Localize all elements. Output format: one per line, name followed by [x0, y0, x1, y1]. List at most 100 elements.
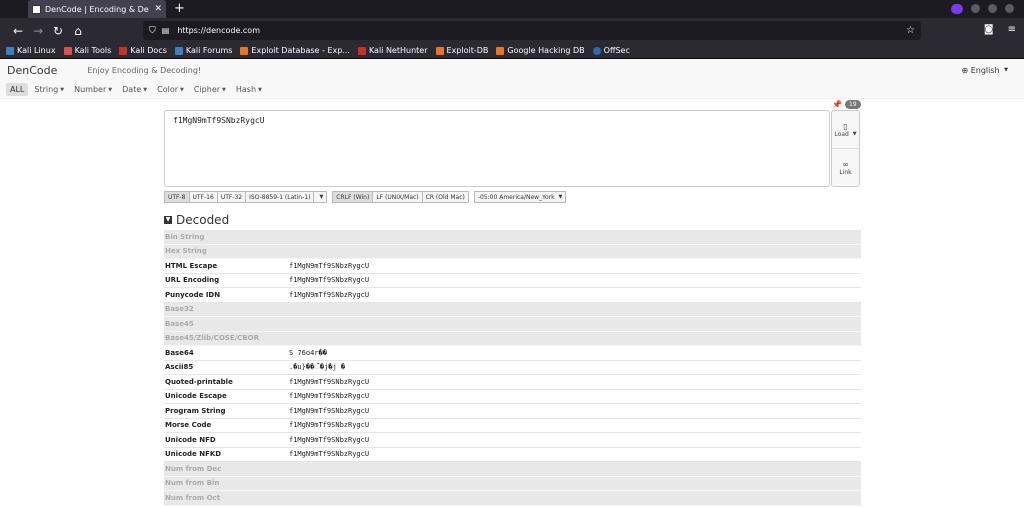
bookmark-google-hacking-db[interactable]: Google Hacking DB	[496, 46, 585, 55]
new-tab-button[interactable]: +	[174, 0, 185, 18]
menu-number[interactable]: Number ▼	[70, 83, 116, 96]
charset-utf32[interactable]: UTF-32	[217, 191, 247, 203]
bookmark-star-icon[interactable]: ☆	[906, 25, 915, 36]
menu-icon[interactable]: ≡	[1008, 24, 1016, 35]
shield-icon[interactable]: ⛉	[149, 26, 156, 36]
bookmark-exploit-db[interactable]: Exploit-DB	[435, 46, 489, 55]
bookmark-kali-docs[interactable]: Kali Docs	[119, 46, 167, 55]
charset-latin1[interactable]: ISO-8859-1 (Latin-1)	[246, 191, 315, 203]
row-value[interactable]: f1MgN9mTf9SNbzRygcU	[289, 407, 369, 415]
table-row: Base45/Zlib/COSE/CBOR	[164, 331, 861, 346]
menu-all[interactable]: ALL	[6, 83, 29, 96]
bookmark-kali-linux[interactable]: Kali Linux	[6, 46, 56, 55]
kali-docs-icon	[119, 46, 128, 55]
menu-string[interactable]: String ▼	[30, 83, 68, 96]
row-value[interactable]: f1MgN9mTf9SNbzRygcU	[289, 421, 369, 429]
options-row: UTF-8 UTF-16 UTF-32 ISO-8859-1 (Latin-1)…	[164, 191, 567, 203]
menu-color[interactable]: Color ▼	[153, 83, 188, 96]
bookmark-label: Kali Tools	[74, 46, 112, 55]
menu-label: Cipher	[193, 85, 221, 94]
row-value[interactable]: f1MgN9mTf9SNbzRygcU	[289, 291, 369, 299]
back-button[interactable]: ←	[8, 24, 28, 38]
row-label: HTML Escape	[165, 261, 218, 270]
chevron-down-icon: ▼	[222, 86, 226, 93]
row-label: Base45	[165, 319, 194, 328]
row-label: Base32	[165, 305, 194, 314]
globe-icon: ⊕	[961, 65, 969, 75]
chevron-down-icon: ▼	[143, 86, 148, 93]
row-value[interactable]: f1MgN9mTf9SNbzRygcU	[289, 450, 369, 458]
bookmark-kali-tools[interactable]: Kali Tools	[63, 46, 112, 55]
charset-dropdown[interactable]: ▼	[314, 191, 328, 203]
input-textarea[interactable]: f1MgN9mTf9SNbzRygcU	[164, 110, 830, 187]
bookmark-label: Exploit-DB	[446, 46, 489, 55]
row-label: Program String	[165, 406, 226, 415]
table-row: Quoted-printable f1MgN9mTf9SNbzRygcU	[164, 375, 861, 390]
row-value[interactable]: S 76o4r��	[289, 349, 327, 357]
bookmark-kali-forums[interactable]: Kali Forums	[174, 46, 232, 55]
row-value[interactable]: f1MgN9mTf9SNbzRygcU	[289, 392, 369, 400]
collapse-toggle-icon[interactable]: ▼	[164, 216, 172, 224]
bookmark-label: Google Hacking DB	[507, 46, 585, 55]
decoded-section-header[interactable]: ▼ Decoded	[164, 213, 229, 227]
bookmark-exploit-database[interactable]: Exploit Database - Exp...	[240, 46, 350, 55]
load-button[interactable]: ▯ Load ▼	[832, 111, 859, 149]
link-icon: ∞	[842, 160, 849, 169]
file-icon: ▯	[843, 121, 848, 131]
offsec-icon	[592, 46, 601, 55]
site-header: DenCode Enjoy Encoding & Decoding! ⊕ Eng…	[0, 59, 1024, 81]
browser-tab[interactable]: DenCode | Encoding & De ✕	[28, 0, 166, 18]
language-label: English	[970, 65, 1000, 75]
bookmark-label: Kali NetHunter	[368, 46, 428, 55]
close-window-button[interactable]	[1005, 4, 1014, 13]
menu-date[interactable]: Date ▼	[118, 83, 151, 96]
row-value[interactable]: f1MgN9mTf9SNbzRygcU	[289, 276, 369, 284]
exploit-db-icon	[435, 46, 444, 55]
reload-button[interactable]: ↻	[48, 24, 68, 38]
row-label: Ascii85	[165, 363, 194, 372]
bookmark-label: OffSec	[603, 46, 630, 55]
bookmark-offsec[interactable]: OffSec	[592, 46, 630, 55]
forward-button[interactable]: →	[28, 24, 48, 38]
menu-label: String	[34, 85, 59, 94]
decoded-table: Bin String Hex String HTML Escape f1MgN9mTf…	[164, 230, 861, 506]
menu-hash[interactable]: Hash ▼	[232, 83, 266, 96]
bookmark-kali-nethunter[interactable]: Kali NetHunter	[357, 46, 428, 55]
chevron-down-icon: ▼	[60, 86, 65, 93]
newline-group: CRLF (Win) LF (UNIX/Mac) CR (Old Mac)	[332, 191, 469, 203]
table-row: Base64 S 76o4r��	[164, 346, 861, 361]
maximize-button[interactable]	[988, 4, 997, 13]
language-selector[interactable]: ⊕ English ▼	[961, 66, 1008, 75]
row-value[interactable]: f1MgN9mTf9SNbzRygcU	[289, 378, 369, 386]
home-button[interactable]: ⌂	[68, 24, 88, 38]
row-value[interactable]: f1MgN9mTf9SNbzRygcU	[289, 436, 369, 444]
row-value[interactable]: f1MgN9mTf9SNbzRygcU	[289, 262, 369, 270]
charset-utf16[interactable]: UTF-16	[189, 191, 218, 203]
private-mask-icon	[951, 4, 963, 14]
link-button[interactable]: ∞ Link	[832, 149, 859, 187]
bookmark-label: Kali Linux	[17, 46, 56, 55]
exploit-db-icon	[240, 46, 249, 55]
table-row: Hex String	[164, 244, 861, 259]
pin-icon[interactable]: 📌	[832, 100, 842, 109]
menu-cipher[interactable]: Cipher ▼	[190, 83, 230, 96]
table-row: Program String f1MgN9mTf9SNbzRygcU	[164, 404, 861, 419]
link-label: Link	[839, 169, 852, 176]
chevron-down-icon: ▼	[1004, 67, 1008, 73]
charset-utf8[interactable]: UTF-8	[164, 191, 190, 203]
newline-cr[interactable]: CR (Old Mac)	[422, 191, 469, 203]
lock-icon[interactable]: ▤	[162, 26, 170, 35]
site-brand[interactable]: DenCode	[7, 64, 57, 77]
close-tab-icon[interactable]: ✕	[154, 4, 162, 14]
row-value[interactable]: .�u}��ଁ�j�j �	[289, 363, 345, 372]
row-label: URL Encoding	[165, 276, 220, 285]
row-label: Base45/Zlib/COSE/CBOR	[165, 334, 259, 343]
timezone-select[interactable]: -05:00 America/New_York ▼	[473, 191, 567, 203]
address-bar[interactable]: ⛉ ▤ https://dencode.com ☆	[143, 21, 921, 40]
pocket-icon[interactable]: ◙	[984, 24, 994, 35]
newline-lf[interactable]: LF (UNIX/Mac)	[373, 191, 423, 203]
table-row: Unicode NFKD f1MgN9mTf9SNbzRygcU	[164, 448, 861, 462]
minimize-button[interactable]	[971, 4, 980, 13]
newline-crlf[interactable]: CRLF (Win)	[332, 191, 374, 203]
kali-tools-icon	[63, 46, 72, 55]
